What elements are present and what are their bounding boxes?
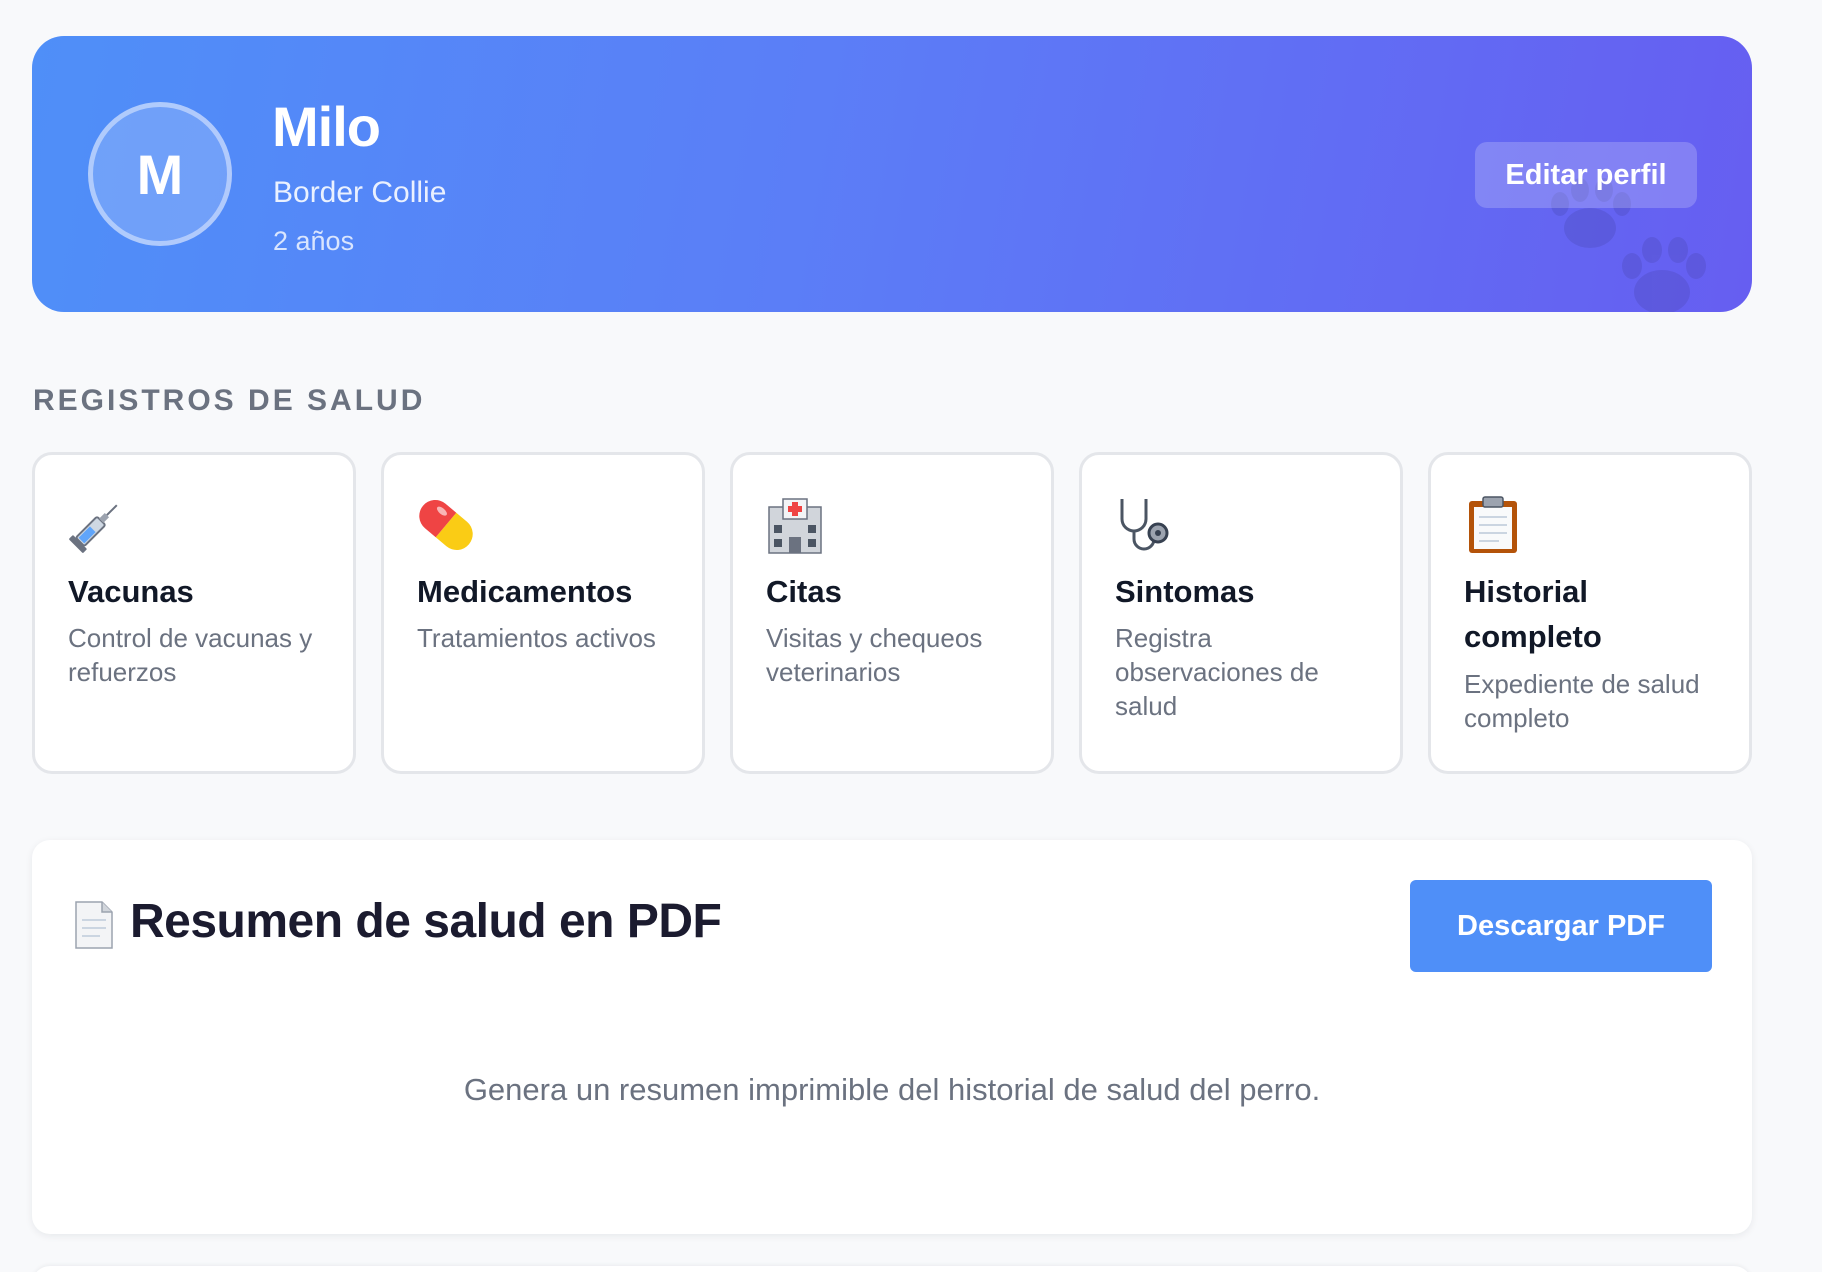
tile-sintomas[interactable]: Sintomas Registra observaciones de salud: [1079, 452, 1403, 774]
pill-icon: [419, 500, 473, 550]
tile-title: Sintomas: [1115, 574, 1255, 609]
edit-profile-button[interactable]: Editar perfil: [1475, 142, 1697, 208]
tile-title: Citas: [766, 574, 842, 609]
pet-name: Milo: [272, 95, 381, 158]
tile-vacunas[interactable]: Vacunas Control de vacunas y refuerzos: [32, 452, 356, 774]
pet-breed: Border Collie: [273, 176, 447, 209]
hospital-icon: [768, 498, 822, 554]
tile-title: Vacunas: [68, 574, 194, 609]
syringe-icon: [69, 504, 118, 553]
tile-description: Registra observaciones de salud: [1115, 623, 1319, 721]
page: M Milo Border Collie 2 años Editar perfi…: [0, 0, 1822, 1272]
document-icon: [75, 901, 113, 949]
next-card: [32, 1266, 1752, 1272]
stethoscope-icon: [1120, 499, 1169, 551]
tile-medicamentos[interactable]: Medicamentos Tratamientos activos: [381, 452, 705, 774]
tile-description: Visitas y chequeos veterinarios: [766, 623, 983, 687]
download-pdf-button[interactable]: Descargar PDF: [1410, 880, 1712, 972]
section-title: REGISTROS DE SALUD: [33, 384, 426, 417]
pdf-summary-card: Resumen de salud en PDF Descargar PDF Ge…: [32, 840, 1752, 1234]
avatar: M: [88, 102, 232, 246]
tile-title: Medicamentos: [417, 574, 633, 609]
tile-description: Tratamientos activos: [417, 623, 656, 653]
tile-description: Expediente de salud completo: [1464, 669, 1700, 733]
pet-age: 2 años: [273, 226, 355, 256]
clipboard-icon: [1469, 496, 1517, 553]
profile-card: M Milo Border Collie 2 años Editar perfi…: [32, 36, 1752, 312]
health-records-grid: Vacunas Control de vacunas y refuerzos M…: [32, 452, 1752, 774]
tile-citas[interactable]: Citas Visitas y chequeos veterinarios: [730, 452, 1054, 774]
tile-title: Historial completo: [1464, 574, 1602, 654]
pdf-summary-title: Resumen de salud en PDF: [130, 895, 722, 948]
tile-description: Control de vacunas y refuerzos: [68, 623, 313, 687]
pdf-summary-description: Genera un resumen imprimible del histori…: [463, 1072, 1321, 1107]
tile-historial-completo[interactable]: Historial completo Expediente de salud c…: [1428, 452, 1752, 774]
